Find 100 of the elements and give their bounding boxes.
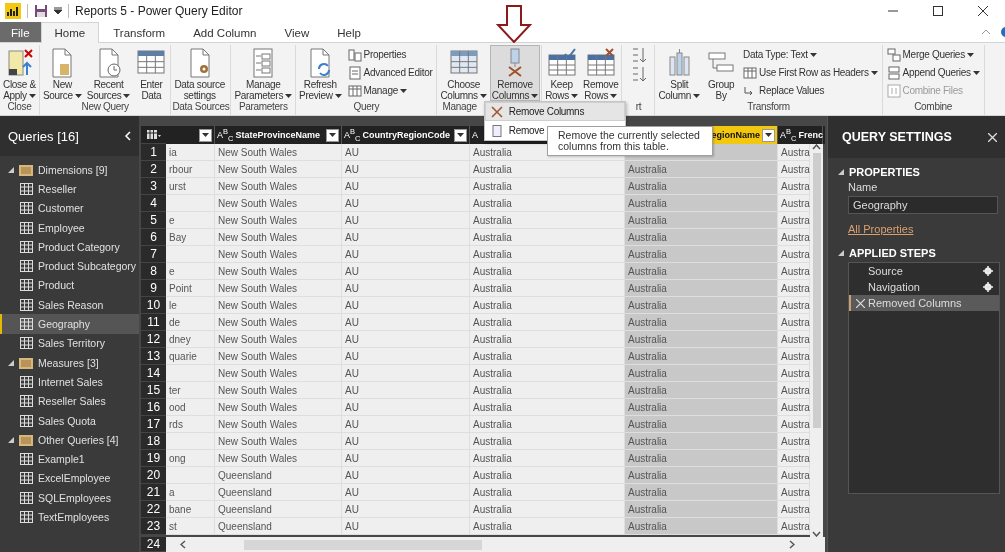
table-cell: New South Wales [215, 433, 342, 450]
row-number: 15 [141, 382, 166, 399]
row-number: 10 [141, 297, 166, 314]
table-cell: AU [342, 246, 470, 263]
pane-title: Queries [16] [8, 128, 79, 144]
table-cell: e [166, 263, 215, 280]
table-cell: New South Wales [215, 416, 342, 433]
table-cell: New South Wales [215, 178, 342, 195]
table-cell: New South Wales [215, 263, 342, 280]
table-cell: Australia [625, 365, 778, 382]
table-cell: Australia [625, 246, 778, 263]
table-cell: Australia [625, 178, 778, 195]
table-cell: Australia [625, 229, 778, 246]
table-cell: AU [342, 518, 470, 535]
table-cell: AU [342, 263, 470, 280]
table-cell: New South Wales [215, 297, 342, 314]
table-cell: Austra [778, 450, 810, 467]
table-cell: New South Wales [215, 246, 342, 263]
table-cell: Australia [625, 450, 778, 467]
tooltip: Remove the currently selected columns from this table. [547, 126, 713, 156]
table-cell: Australia [470, 314, 625, 331]
table-cell: Austra [778, 161, 810, 178]
table-cell: Australia [625, 399, 778, 416]
table-cell: New South Wales [215, 314, 342, 331]
table-cell: AU [342, 382, 470, 399]
group-label: Transform [746, 101, 791, 114]
table-cell: AU [342, 484, 470, 501]
table-cell: AU [342, 297, 470, 314]
table-cell: quarie [166, 348, 215, 365]
table-cell: Austra [778, 501, 810, 518]
row-number: 12 [141, 331, 166, 348]
table-cell: New South Wales [215, 399, 342, 416]
table-cell: Australia [470, 518, 625, 535]
table-cell: Australia [625, 161, 778, 178]
table-cell: Austra [778, 144, 810, 161]
table-cell: Australia [470, 365, 625, 382]
table-cell: Australia [625, 195, 778, 212]
table-cell: New South Wales [215, 212, 342, 229]
table-cell: Austra [778, 331, 810, 348]
group-label: Manage [442, 101, 477, 114]
row-number: 2 [141, 161, 166, 178]
table-cell: New South Wales [215, 331, 342, 348]
group-label: Combine [913, 101, 954, 114]
row-number: 17 [141, 416, 166, 433]
table-cell: Australia [470, 161, 625, 178]
table-cell: Austra [778, 365, 810, 382]
row-number: 21 [141, 484, 166, 501]
table-cell: st [166, 518, 215, 535]
table-cell: Queensland [215, 467, 342, 484]
table-cell: ter [166, 382, 215, 399]
row-number: 22 [141, 501, 166, 518]
table-cell: New South Wales [215, 229, 342, 246]
table-cell: AU [342, 399, 470, 416]
table-cell: e [166, 212, 215, 229]
table-cell: Austra [778, 212, 810, 229]
table-cell: Austra [778, 399, 810, 416]
table-cell: Austra [778, 178, 810, 195]
table-cell: Australia [470, 450, 625, 467]
table-cell: AU [342, 365, 470, 382]
row-number: 6 [141, 229, 166, 246]
table-cell: Australia [625, 348, 778, 365]
group-label: Parameters [237, 101, 289, 114]
table-cell: Austra [778, 195, 810, 212]
table-cell: Australia [470, 246, 625, 263]
table-cell: Austra [778, 246, 810, 263]
table-cell: Australia [625, 467, 778, 484]
table-cell: New South Wales [215, 382, 342, 399]
table-cell: dney [166, 331, 215, 348]
table-cell: Australia [625, 280, 778, 297]
table-cell: Australia [625, 501, 778, 518]
table-cell: de [166, 314, 215, 331]
table-cell: ong [166, 450, 215, 467]
row-number: 14 [141, 365, 166, 382]
field-label: Name [847, 181, 879, 193]
table-cell: Austra [778, 314, 810, 331]
row-number: 11 [141, 314, 166, 331]
table-cell: AU [342, 348, 470, 365]
table-cell: Austra [778, 229, 810, 246]
table-cell: Queensland [215, 484, 342, 501]
table-cell: Australia [470, 195, 625, 212]
table-cell: Australia [470, 229, 625, 246]
table-cell: New South Wales [215, 348, 342, 365]
table-cell: New South Wales [215, 450, 342, 467]
row-number: 18 [141, 433, 166, 450]
table-cell: Bay [166, 229, 215, 246]
table-cell: New South Wales [215, 161, 342, 178]
table-cell: bane [166, 501, 215, 518]
table-cell: Australia [470, 331, 625, 348]
table-cell: New South Wales [215, 280, 342, 297]
table-cell: Australia [625, 484, 778, 501]
table-cell: Australia [470, 382, 625, 399]
table-cell: AU [342, 161, 470, 178]
table-cell: AU [342, 433, 470, 450]
table-cell: Austra [778, 518, 810, 535]
table-cell: Australia [470, 484, 625, 501]
group-label: New Query [80, 101, 130, 114]
table-cell: Australia [470, 297, 625, 314]
table-cell: Australia [625, 212, 778, 229]
table-cell: New South Wales [215, 144, 342, 161]
table-cell: rds [166, 416, 215, 433]
